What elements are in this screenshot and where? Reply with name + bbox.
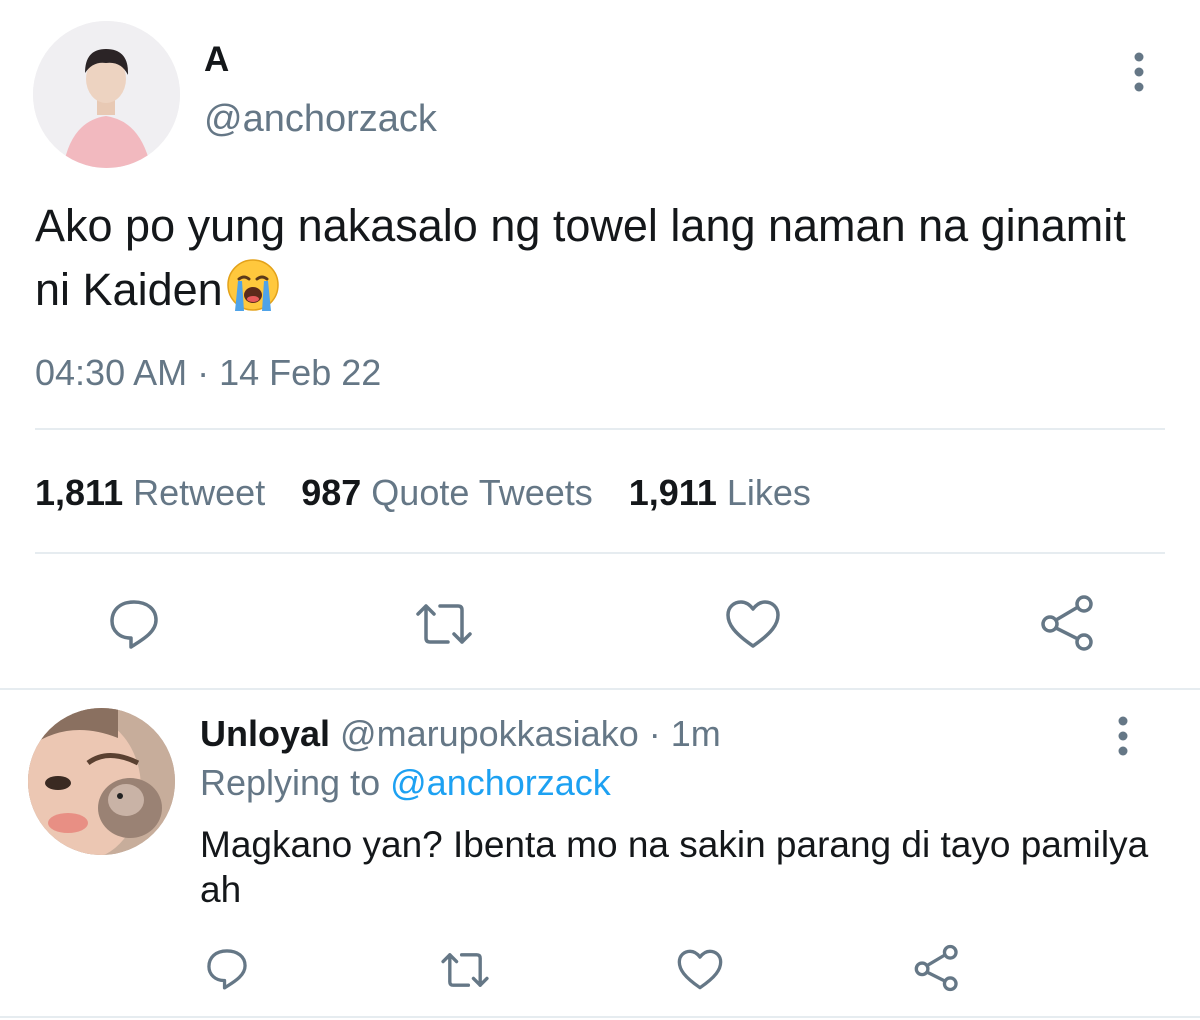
- likes-stat[interactable]: 1,911 Likes: [629, 472, 811, 513]
- more-options-icon[interactable]: [1108, 712, 1138, 760]
- divider: [35, 428, 1165, 430]
- reply-author-avatar[interactable]: [28, 708, 175, 855]
- likes-label: Likes: [726, 472, 811, 513]
- tweet-time: 04:30 AM: [35, 352, 188, 393]
- quotes-count: 987: [301, 472, 362, 513]
- author-name[interactable]: A: [204, 40, 229, 80]
- loudly-crying-face-icon: [225, 257, 281, 313]
- retweets-stat[interactable]: 1,811 Retweet: [35, 472, 265, 513]
- reply-icon[interactable]: [106, 596, 162, 652]
- retweets-label: Retweet: [133, 472, 266, 513]
- tweet-timestamp[interactable]: 04:30 AM · 14 Feb 22: [35, 352, 381, 394]
- replying-to: Replying to @anchorzack: [200, 762, 611, 804]
- reply-author-handle[interactable]: @marupokkasiako: [340, 713, 639, 754]
- replying-handle-link[interactable]: @anchorzack: [390, 762, 611, 803]
- tweet-text: Ako po yung nakasalo ng towel lang naman…: [35, 195, 1165, 321]
- quotes-label: Quote Tweets: [371, 472, 593, 513]
- share-icon[interactable]: [1038, 594, 1098, 652]
- like-icon[interactable]: [724, 598, 782, 650]
- reply-text: Magkano yan? Ibenta mo na sakin parang d…: [200, 824, 1149, 910]
- reply-author-name[interactable]: Unloyal: [200, 713, 330, 754]
- share-icon[interactable]: [912, 944, 962, 992]
- tweet-separator: [0, 688, 1200, 690]
- quotes-stat[interactable]: 987 Quote Tweets: [301, 472, 593, 513]
- retweets-count: 1,811: [35, 472, 124, 513]
- retweet-icon[interactable]: [412, 598, 476, 650]
- tweet-stats: 1,811 Retweet 987 Quote Tweets 1,911 Likes: [35, 472, 811, 514]
- replying-label: Replying to: [200, 762, 381, 803]
- bottom-separator: [0, 1016, 1200, 1018]
- more-options-icon[interactable]: [1124, 48, 1154, 96]
- tweet-date: 14 Feb 22: [219, 352, 382, 393]
- author-avatar[interactable]: [33, 21, 180, 168]
- likes-count: 1,911: [628, 472, 717, 513]
- divider: [35, 552, 1165, 554]
- meta-separator: ·: [648, 713, 661, 754]
- retweet-icon[interactable]: [438, 948, 492, 992]
- meta-separator: ·: [197, 352, 210, 393]
- like-icon[interactable]: [676, 948, 724, 991]
- reply-header: Unloyal @marupokkasiako · 1m: [200, 713, 721, 755]
- reply-icon[interactable]: [204, 946, 250, 992]
- tweet-text-content: Ako po yung nakasalo ng towel lang naman…: [35, 200, 1126, 315]
- reply-age: 1m: [670, 713, 721, 754]
- author-handle[interactable]: @anchorzack: [204, 98, 437, 141]
